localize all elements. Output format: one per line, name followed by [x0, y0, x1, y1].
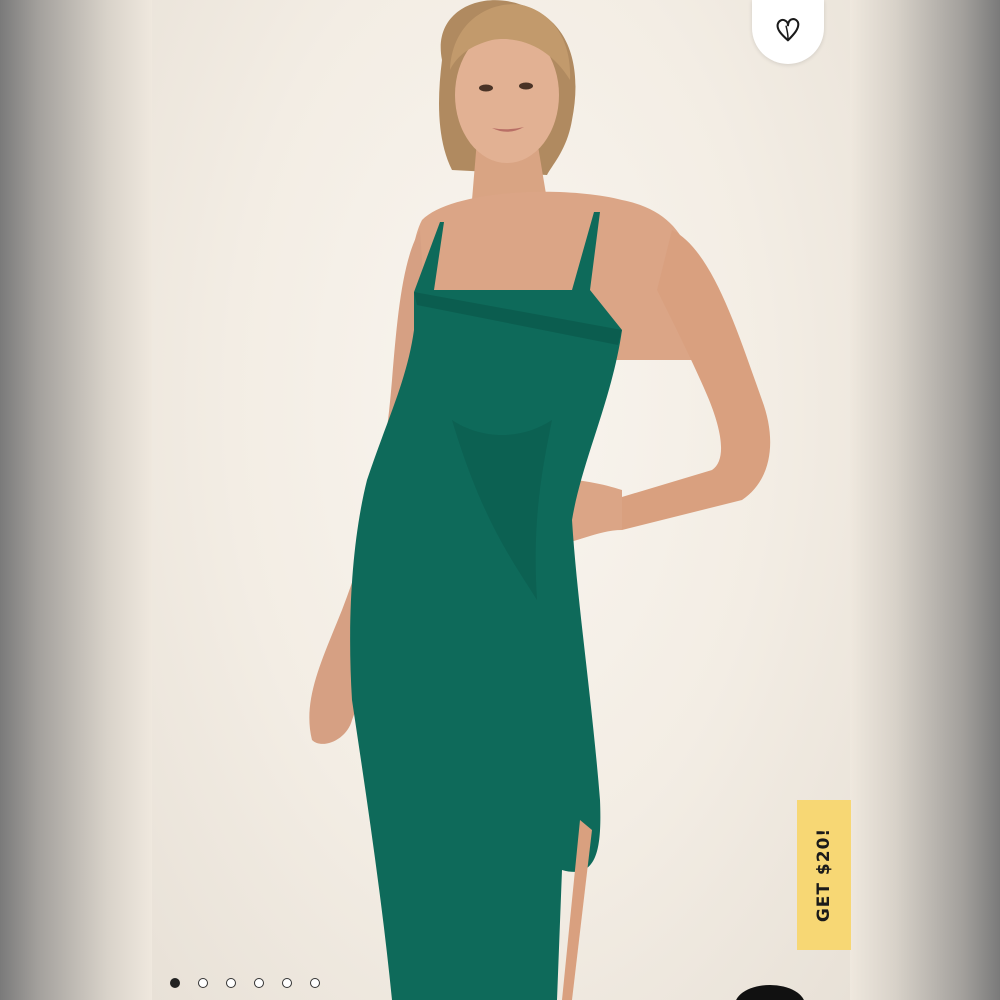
heart-outline-icon — [773, 15, 803, 50]
promo-label: GET $20! — [814, 827, 835, 923]
promo-tab[interactable]: GET $20! — [797, 800, 851, 950]
carousel-dot-2[interactable] — [198, 978, 208, 988]
carousel-dot-6[interactable] — [310, 978, 320, 988]
model-illustration — [309, 0, 771, 1000]
blurred-backdrop-left — [0, 0, 152, 1000]
product-image-viewer: GET $20! — [0, 0, 1000, 1000]
carousel-dot-1[interactable] — [170, 978, 180, 988]
carousel-dot-3[interactable] — [226, 978, 236, 988]
blurred-backdrop-right — [850, 0, 1000, 1000]
carousel-dot-5[interactable] — [282, 978, 292, 988]
carousel-dot-4[interactable] — [254, 978, 264, 988]
carousel-indicators — [170, 978, 320, 988]
product-photo[interactable] — [152, 0, 850, 1000]
